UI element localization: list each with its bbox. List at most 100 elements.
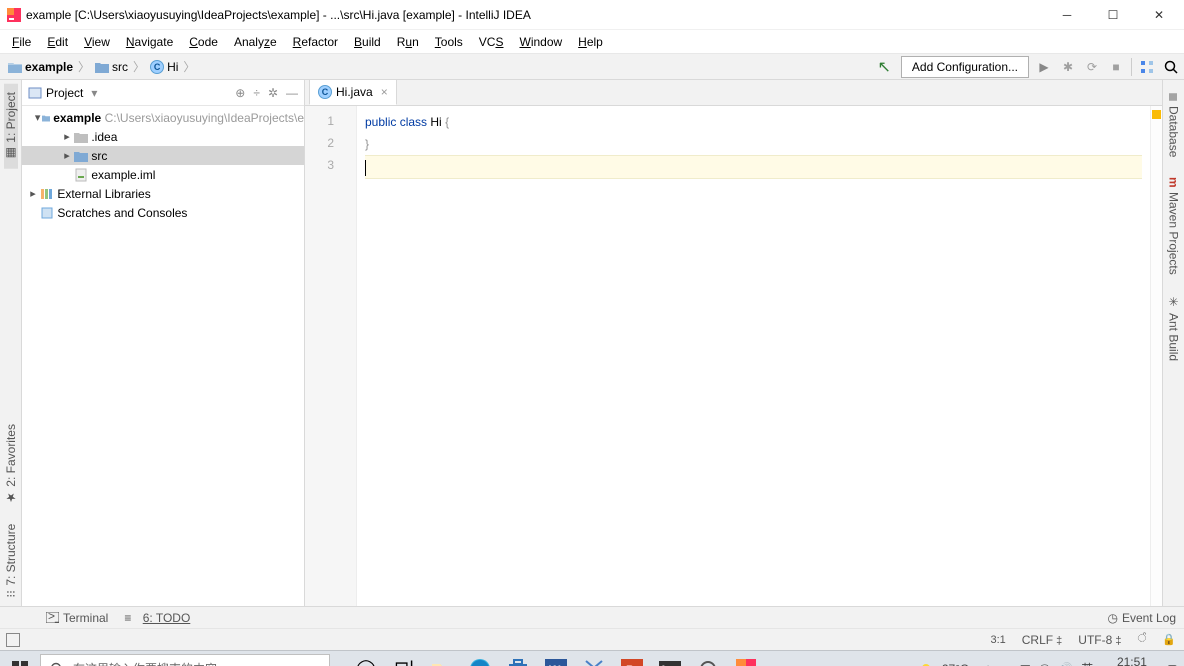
coverage-button[interactable]: ⟳ bbox=[1083, 58, 1101, 76]
edge-icon[interactable] bbox=[464, 653, 496, 666]
tray-ime-icon[interactable]: 英 bbox=[1081, 660, 1093, 666]
settings-icon[interactable]: ✲ bbox=[268, 86, 278, 100]
taskbar-search[interactable]: 在这里输入你要搜索的内容 bbox=[40, 654, 330, 666]
tool-tab-project[interactable]: ▦1: Project bbox=[4, 84, 18, 169]
navigation-toolbar: example 〉 src 〉 C Hi 〉 ↖ Add Configurati… bbox=[0, 54, 1184, 80]
project-panel-header: Project ▾ ⊕ ÷ ✲ — bbox=[22, 80, 304, 106]
project-tree[interactable]: ▾ example C:\Users\xiaoyusuying\IdeaProj… bbox=[22, 106, 304, 606]
tool-tab-ant[interactable]: ✳Ant Build bbox=[1167, 287, 1181, 369]
search-placeholder: 在这里输入你要搜索的内容 bbox=[73, 660, 217, 666]
window-close-button[interactable]: ✕ bbox=[1136, 0, 1182, 30]
settings-icon[interactable] bbox=[692, 653, 724, 666]
menu-help[interactable]: Help bbox=[570, 33, 611, 51]
store-icon[interactable] bbox=[502, 653, 534, 666]
project-view-selector[interactable]: Project ▾ bbox=[28, 86, 229, 100]
line-gutter: 1 2 3 bbox=[305, 106, 357, 606]
intellij-taskbar-icon[interactable] bbox=[730, 653, 762, 666]
cortana-icon[interactable]: ⊟¦ bbox=[388, 653, 420, 666]
tree-node-src[interactable]: ▸ src bbox=[22, 146, 304, 165]
snip-icon[interactable] bbox=[578, 653, 610, 666]
tree-node-external-libraries[interactable]: ▸ External Libraries bbox=[22, 184, 304, 203]
powerpoint-icon[interactable]: P bbox=[616, 653, 648, 666]
tray-chevron-icon[interactable]: ˄ bbox=[985, 662, 992, 666]
right-tool-stripe: ≣Database mMaven Projects ✳Ant Build bbox=[1162, 80, 1184, 606]
menu-view[interactable]: View bbox=[76, 33, 118, 51]
collapse-all-icon[interactable]: ÷ bbox=[253, 86, 260, 100]
debug-button[interactable]: ✱ bbox=[1059, 58, 1077, 76]
tool-tab-maven[interactable]: mMaven Projects bbox=[1167, 169, 1181, 282]
tool-tab-terminal[interactable]: >_ Terminal bbox=[46, 611, 108, 625]
svg-text:>_: >_ bbox=[48, 612, 59, 623]
tool-tab-favorites[interactable]: ★2: Favorites bbox=[4, 416, 18, 513]
menu-build[interactable]: Build bbox=[346, 33, 389, 51]
menu-window[interactable]: Window bbox=[511, 33, 570, 51]
line-separator[interactable]: CRLF ‡ bbox=[1014, 633, 1071, 647]
tray-volume-icon[interactable]: 🔊 bbox=[1058, 662, 1073, 666]
left-tool-stripe: ▦1: Project ★2: Favorites ⁝⁝7: Structure bbox=[0, 80, 22, 606]
lock-icon[interactable]: 🔒 bbox=[1154, 633, 1184, 646]
start-button[interactable] bbox=[0, 661, 40, 666]
action-center-icon[interactable]: ▢ bbox=[1167, 662, 1178, 666]
project-structure-icon[interactable] bbox=[1138, 58, 1156, 76]
editor-area: C Hi.java × 1 2 3 public class Hi {} bbox=[305, 80, 1162, 606]
caret-position[interactable]: 3:1 bbox=[982, 634, 1013, 646]
hide-panel-icon[interactable]: — bbox=[286, 86, 298, 100]
tool-tab-todo[interactable]: ≡ 6: TODO bbox=[124, 611, 190, 625]
main-menubar: File Edit View Navigate Code Analyze Ref… bbox=[0, 30, 1184, 54]
class-icon: C bbox=[150, 60, 164, 74]
search-everywhere-icon[interactable] bbox=[1162, 58, 1180, 76]
project-tool-window: Project ▾ ⊕ ÷ ✲ — ▾ example C:\Users\xia… bbox=[22, 80, 305, 606]
menu-code[interactable]: Code bbox=[181, 33, 226, 51]
task-view-icon[interactable]: ◯ bbox=[350, 653, 382, 666]
bottom-tool-stripe: >_ Terminal ≡ 6: TODO ◷Event Log bbox=[0, 606, 1184, 628]
warning-marker[interactable] bbox=[1152, 110, 1161, 119]
menu-edit[interactable]: Edit bbox=[39, 33, 76, 51]
breadcrumb-item[interactable]: C Hi bbox=[148, 60, 180, 74]
tray-battery-icon[interactable]: ▥ bbox=[1020, 662, 1031, 666]
weather-widget[interactable]: 27°C bbox=[920, 660, 969, 666]
tree-node-iml[interactable]: example.iml bbox=[22, 165, 304, 184]
svg-text:>_: >_ bbox=[662, 661, 676, 666]
tool-tab-event-log[interactable]: ◷Event Log bbox=[1107, 611, 1176, 625]
tree-node-project-root[interactable]: ▾ example C:\Users\xiaoyusuying\IdeaProj… bbox=[22, 108, 304, 127]
run-button[interactable]: ▶ bbox=[1035, 58, 1053, 76]
breadcrumb-item[interactable]: example bbox=[6, 60, 75, 74]
tray-wifi-icon[interactable]: ⌔ bbox=[1039, 661, 1050, 666]
menu-vcs[interactable]: VCS bbox=[471, 33, 512, 51]
build-icon[interactable]: ↖ bbox=[878, 57, 891, 77]
code-editor[interactable]: 1 2 3 public class Hi {} bbox=[305, 106, 1162, 606]
stop-button[interactable]: ■ bbox=[1107, 58, 1125, 76]
file-explorer-icon[interactable] bbox=[426, 653, 458, 666]
editor-tab-hi[interactable]: C Hi.java × bbox=[309, 79, 397, 105]
run-configuration-button[interactable]: Add Configuration... bbox=[901, 56, 1029, 78]
window-title: example [C:\Users\xiaoyusuying\IdeaProje… bbox=[26, 8, 1044, 22]
tool-tab-database[interactable]: ≣Database bbox=[1167, 84, 1181, 165]
menu-refactor[interactable]: Refactor bbox=[285, 33, 346, 51]
terminal-icon[interactable]: >_ bbox=[654, 653, 686, 666]
tree-node-idea[interactable]: ▸ .idea bbox=[22, 127, 304, 146]
tray-clock[interactable]: 21:512021/7/24 bbox=[1105, 656, 1158, 666]
svg-text:W: W bbox=[549, 663, 561, 666]
file-encoding[interactable]: UTF-8 ‡ bbox=[1070, 633, 1129, 647]
menu-tools[interactable]: Tools bbox=[427, 33, 471, 51]
word-icon[interactable]: W bbox=[540, 653, 572, 666]
editor-content[interactable]: public class Hi {} bbox=[357, 106, 1150, 606]
window-maximize-button[interactable]: ☐ bbox=[1090, 0, 1136, 30]
tree-node-scratches[interactable]: Scratches and Consoles bbox=[22, 203, 304, 222]
menu-run[interactable]: Run bbox=[389, 33, 427, 51]
status-toggle-icon[interactable] bbox=[6, 633, 20, 647]
system-tray: 27°C ˄ ☁ ▥ ⌔ 🔊 英 21:512021/7/24 ▢ bbox=[920, 656, 1184, 666]
indent-indicator[interactable]: ੰ bbox=[1129, 633, 1154, 646]
tray-onedrive-icon[interactable]: ☁ bbox=[1000, 662, 1012, 666]
tool-tab-structure[interactable]: ⁝⁝7: Structure bbox=[4, 516, 18, 606]
target-icon[interactable]: ⊕ bbox=[235, 86, 245, 100]
error-stripe[interactable] bbox=[1150, 106, 1162, 606]
menu-navigate[interactable]: Navigate bbox=[118, 33, 181, 51]
window-minimize-button[interactable]: ─ bbox=[1044, 0, 1090, 30]
close-tab-icon[interactable]: × bbox=[381, 85, 388, 99]
menu-analyze[interactable]: Analyze bbox=[226, 33, 285, 51]
menu-file[interactable]: File bbox=[4, 33, 39, 51]
breadcrumb-item[interactable]: src bbox=[93, 60, 130, 74]
breadcrumb: example 〉 src 〉 C Hi 〉 bbox=[0, 58, 196, 75]
status-bar: 3:1 CRLF ‡ UTF-8 ‡ ੰ 🔒 bbox=[0, 628, 1184, 650]
